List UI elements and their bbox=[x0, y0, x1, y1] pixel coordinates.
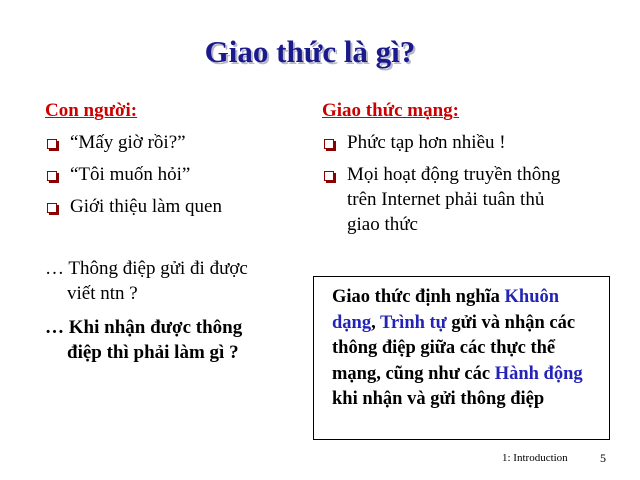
left-notes-list: … Thông điệp gửi đi được viết ntn ? … Kh… bbox=[45, 256, 275, 374]
square-bullet-icon bbox=[324, 139, 334, 149]
right-bullet-item: Phức tạp hơn nhiều ! bbox=[322, 130, 562, 155]
right-bullet-item: Mọi hoạt động truyền thông trên Internet… bbox=[322, 162, 562, 237]
definition-text: Giao thức định nghĩa Khuôn dạng, Trình t… bbox=[332, 285, 601, 413]
page-number: 5 bbox=[600, 451, 606, 465]
square-bullet-icon bbox=[47, 203, 57, 213]
footer-label: 1: Introduction bbox=[502, 452, 568, 464]
square-bullet-icon bbox=[324, 171, 334, 181]
keyword-order: Trình tự bbox=[380, 312, 447, 333]
right-column-heading: Giao thức mạng: bbox=[322, 100, 460, 121]
left-bullet-item: “Mấy giờ rồi?” bbox=[45, 130, 305, 155]
slide-title: Giao thức là gì? bbox=[204, 34, 416, 69]
right-bullet-text: Mọi hoạt động truyền thông trên Internet… bbox=[347, 164, 561, 235]
left-column-heading: Con người: bbox=[45, 100, 138, 121]
left-bullet-item: Giới thiệu làm quen bbox=[45, 194, 305, 219]
right-bullet-text: Phức tạp hơn nhiều ! bbox=[347, 132, 506, 153]
square-bullet-icon bbox=[47, 139, 57, 149]
keyword-action: Hành động bbox=[494, 363, 583, 384]
square-bullet-icon bbox=[47, 171, 57, 181]
definition-text-part: , bbox=[371, 312, 380, 333]
definition-text-part: khi nhận và gửi thông điệp bbox=[332, 389, 545, 409]
definition-text-part: Giao thức định nghĩa bbox=[332, 287, 505, 307]
definition-box: Giao thức định nghĩa Khuôn dạng, Trình t… bbox=[313, 276, 610, 440]
left-bullet-text: “Tôi muốn hỏi” bbox=[70, 164, 191, 185]
note-item: … Thông điệp gửi đi được viết ntn ? bbox=[45, 258, 248, 304]
left-bullet-text: Giới thiệu làm quen bbox=[70, 196, 222, 217]
right-bullet-list: Phức tạp hơn nhiều ! Mọi hoạt động truyề… bbox=[322, 130, 562, 244]
note-item: … Khi nhận được thông điệp thì phải làm … bbox=[45, 317, 243, 363]
left-bullet-text: “Mấy giờ rồi?” bbox=[70, 132, 186, 153]
left-bullet-item: “Tôi muốn hỏi” bbox=[45, 162, 305, 187]
left-bullet-list: “Mấy giờ rồi?” “Tôi muốn hỏi” Giới thiệu… bbox=[45, 130, 305, 226]
